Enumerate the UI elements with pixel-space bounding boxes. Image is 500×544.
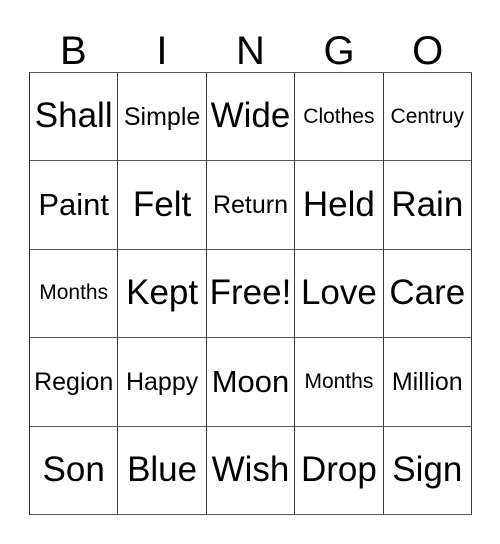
bingo-header-letter-b: B — [29, 18, 118, 72]
bingo-grid: Shall Simple Wide Clothes Centruy Paint … — [29, 72, 472, 515]
bingo-cell-n3-free-space[interactable]: Free! — [206, 249, 296, 339]
bingo-cell-label: Months — [304, 369, 374, 393]
header-letter-text: I — [156, 29, 168, 73]
bingo-cell-g5[interactable]: Drop — [295, 426, 384, 515]
bingo-cell-label: Moon — [211, 363, 290, 399]
bingo-cell-g4[interactable]: Months — [295, 338, 384, 427]
header-letter-text: O — [412, 29, 444, 73]
bingo-card: B I N G O Shall Simple Wide Clothes Cent… — [0, 0, 500, 544]
bingo-cell-b2[interactable]: Paint — [30, 161, 119, 250]
bingo-cell-i1[interactable]: Simple — [118, 73, 207, 162]
bingo-cell-label: Shall — [34, 96, 113, 136]
bingo-cell-i3[interactable]: Kept — [118, 249, 207, 339]
bingo-cell-label: Love — [300, 273, 377, 313]
bingo-header-letter-i: I — [118, 18, 207, 72]
bingo-cell-label: Simple — [123, 102, 201, 131]
bingo-cell-label: Million — [391, 367, 463, 396]
bingo-cell-o5[interactable]: Sign — [383, 426, 472, 515]
bingo-cell-i5[interactable]: Blue — [118, 426, 207, 515]
bingo-cell-label: Free! — [209, 273, 292, 313]
bingo-header-letter-g: G — [295, 18, 384, 72]
bingo-cell-o2[interactable]: Rain — [383, 161, 472, 250]
bingo-cell-label: Months — [39, 281, 109, 305]
bingo-cell-b3[interactable]: Months — [30, 249, 119, 339]
bingo-cell-label: Blue — [127, 449, 198, 489]
bingo-cell-label: Felt — [132, 184, 192, 224]
bingo-header-row: B I N G O — [29, 18, 472, 72]
header-letter-text: N — [236, 29, 265, 73]
bingo-cell-i4[interactable]: Happy — [118, 338, 207, 427]
bingo-cell-label: Wish — [211, 449, 290, 489]
bingo-cell-label: Held — [302, 184, 375, 224]
bingo-cell-b5[interactable]: Son — [30, 426, 119, 515]
bingo-cell-label: Drop — [300, 449, 377, 489]
bingo-cell-n1[interactable]: Wide — [206, 73, 296, 162]
bingo-cell-label: Kept — [126, 273, 199, 313]
bingo-cell-o4[interactable]: Million — [383, 338, 472, 427]
bingo-cell-label: Happy — [125, 367, 199, 396]
bingo-cell-b1[interactable]: Shall — [30, 73, 119, 162]
bingo-cell-i2[interactable]: Felt — [118, 161, 207, 250]
bingo-cell-label: Wide — [210, 96, 291, 136]
bingo-cell-o3[interactable]: Care — [383, 249, 472, 339]
bingo-cell-label: Region — [34, 367, 114, 396]
bingo-header-letter-n: N — [206, 18, 295, 72]
bingo-cell-label: Sign — [392, 449, 463, 489]
bingo-cell-b4[interactable]: Region — [30, 338, 119, 427]
bingo-cell-label: Return — [212, 190, 289, 219]
bingo-cell-g1[interactable]: Clothes — [295, 73, 384, 162]
bingo-cell-label: Care — [389, 273, 466, 313]
bingo-cell-g2[interactable]: Held — [295, 161, 384, 250]
bingo-cell-label: Paint — [38, 186, 110, 222]
bingo-cell-n5[interactable]: Wish — [206, 426, 296, 515]
bingo-cell-o1[interactable]: Centruy — [383, 73, 472, 162]
bingo-cell-n2[interactable]: Return — [206, 161, 296, 250]
bingo-cell-g3[interactable]: Love — [295, 249, 384, 339]
bingo-header-letter-o: O — [383, 18, 472, 72]
bingo-cell-n4[interactable]: Moon — [206, 338, 296, 427]
bingo-cell-label: Rain — [391, 184, 464, 224]
bingo-cell-label: Son — [42, 449, 105, 489]
bingo-cell-label: Clothes — [303, 104, 375, 128]
header-letter-text: G — [323, 29, 355, 73]
header-letter-text: B — [59, 29, 87, 73]
bingo-cell-label: Centruy — [390, 104, 465, 128]
